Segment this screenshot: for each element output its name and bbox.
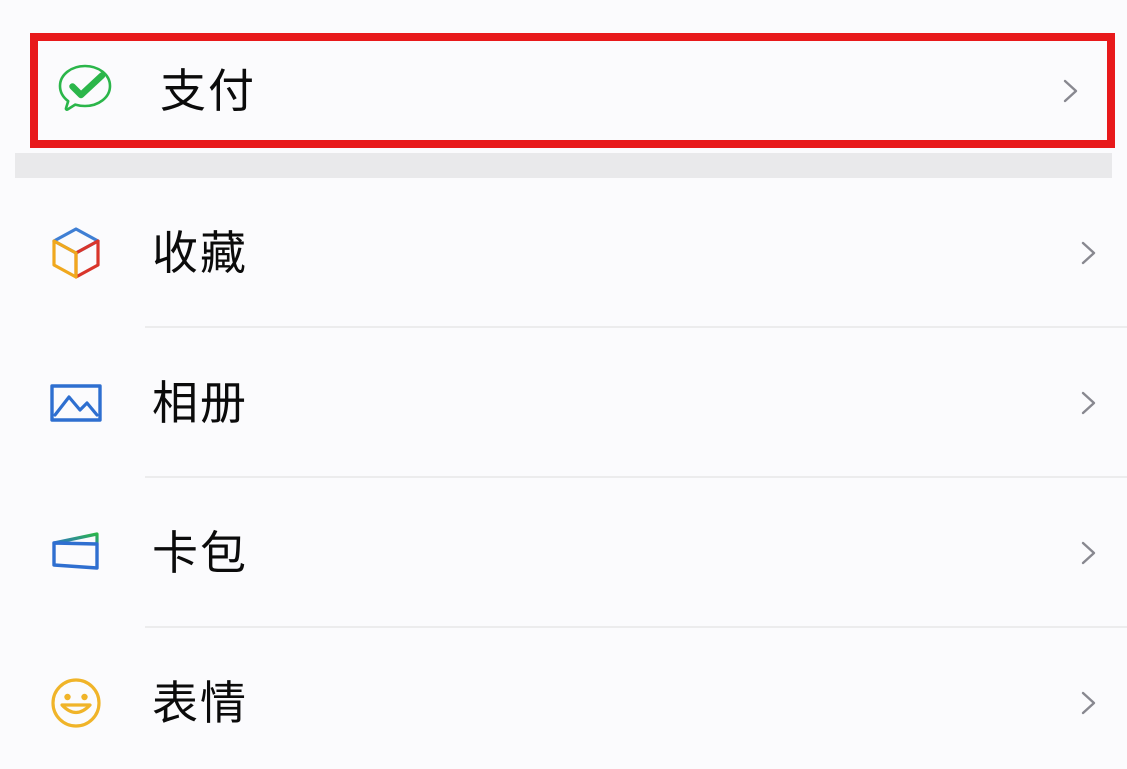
cube-favorites-icon	[45, 222, 107, 284]
chevron-right-icon	[1073, 538, 1103, 568]
list-item-label: 卡包	[152, 526, 248, 580]
list-item-album[interactable]: 相册	[0, 328, 1127, 478]
emoji-smiley-icon	[45, 672, 107, 734]
payment-row[interactable]: 支付	[38, 41, 1107, 140]
list-item-label: 表情	[152, 676, 248, 730]
wechat-pay-bubble-check-icon	[52, 58, 118, 124]
list-item-label: 收藏	[152, 226, 248, 280]
list-item-label: 相册	[152, 376, 248, 430]
list-item-emoji[interactable]: 表情	[0, 628, 1127, 769]
photo-album-icon	[45, 372, 107, 434]
settings-screen: 支付 收藏 相册 卡包 表情	[0, 0, 1127, 769]
chevron-right-icon	[1073, 388, 1103, 418]
section-separator-band	[15, 153, 1112, 178]
payment-row-label: 支付	[160, 63, 256, 118]
card-wallet-icon	[45, 522, 107, 584]
list-item-cards[interactable]: 卡包	[0, 478, 1127, 628]
chevron-right-icon	[1073, 688, 1103, 718]
chevron-right-icon	[1073, 238, 1103, 268]
list-item-favorites[interactable]: 收藏	[0, 178, 1127, 328]
chevron-right-icon	[1055, 76, 1085, 106]
settings-list: 收藏 相册 卡包 表情	[0, 178, 1127, 769]
payment-highlight-box: 支付	[30, 33, 1115, 148]
